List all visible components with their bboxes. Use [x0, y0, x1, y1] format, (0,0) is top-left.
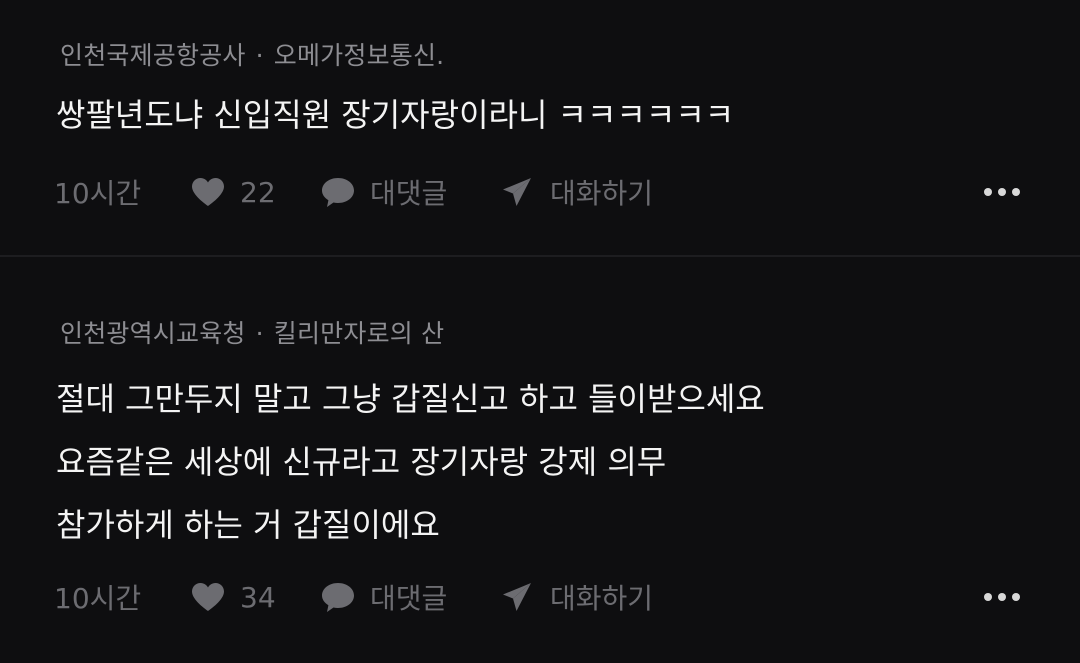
paper-plane-icon	[503, 583, 531, 611]
more-options-button[interactable]	[984, 573, 1020, 621]
like-button[interactable]: 34	[190, 573, 276, 621]
timestamp: 10시간	[54, 582, 142, 615]
comment-actions: 10시간 34 대댓글 대화하기	[54, 573, 1044, 621]
reply-label: 대댓글	[370, 177, 448, 210]
heart-icon	[192, 583, 224, 611]
conversation-button[interactable]: 대화하기	[500, 573, 653, 621]
conversation-label: 대화하기	[550, 177, 654, 210]
comment-line: 절대 그만두지 말고 그냥 갑질신고 하고 들이받으세요	[56, 380, 765, 418]
divider	[0, 255, 1080, 257]
author-organization: 인천광역시교육청	[60, 319, 246, 348]
heart-icon	[192, 178, 224, 206]
like-count: 34	[240, 580, 276, 614]
comment-item: 인천광역시교육청 · 킬리만자로의 산 절대 그만두지 말고 그냥 갑질신고 하고 …	[0, 258, 1080, 663]
comment-item: 인천국제공항공사 · 오메가정보통신. 쌍팔년도냐 신입직원 장기자랑이라니 ㅋㅋㅋ…	[0, 0, 1080, 256]
comment-line: 참가하게 하는 거 갑질이에요	[56, 506, 440, 544]
separator-dot: ·	[255, 41, 264, 70]
timestamp: 10시간	[54, 177, 142, 210]
author-organization: 인천국제공항공사	[60, 41, 246, 70]
speech-bubble-icon	[322, 583, 354, 612]
more-dots-icon	[984, 593, 1020, 601]
comment-author[interactable]: 인천광역시교육청 · 킬리만자로의 산	[60, 314, 444, 350]
more-dots-icon	[984, 188, 1020, 196]
comment-body: 쌍팔년도냐 신입직원 장기자랑이라니 ㅋㅋㅋㅋㅋㅋ	[56, 84, 734, 147]
conversation-label: 대화하기	[550, 582, 654, 615]
separator-dot: ·	[255, 319, 264, 348]
like-button[interactable]: 22	[190, 168, 276, 216]
reply-button[interactable]: 대댓글	[320, 573, 447, 621]
comment-body: 절대 그만두지 말고 그냥 갑질신고 하고 들이받으세요 요즘같은 세상에 신규…	[56, 368, 765, 557]
speech-bubble-icon	[322, 178, 354, 207]
reply-button[interactable]: 대댓글	[320, 168, 447, 216]
author-username: 킬리만자로의 산	[273, 319, 445, 348]
paper-plane-icon	[503, 178, 531, 206]
comment-line: 요즘같은 세상에 신규라고 장기자랑 강제 의무	[56, 443, 667, 481]
comment-actions: 10시간 22 대댓글 대화하기	[54, 168, 1044, 216]
author-username: 오메가정보통신.	[273, 41, 445, 70]
comment-line: 쌍팔년도냐 신입직원 장기자랑이라니 ㅋㅋㅋㅋㅋㅋ	[56, 96, 735, 134]
more-options-button[interactable]	[984, 168, 1020, 216]
comment-author[interactable]: 인천국제공항공사 · 오메가정보통신.	[60, 36, 444, 72]
reply-label: 대댓글	[370, 582, 448, 615]
like-count: 22	[240, 175, 276, 209]
conversation-button[interactable]: 대화하기	[500, 168, 653, 216]
